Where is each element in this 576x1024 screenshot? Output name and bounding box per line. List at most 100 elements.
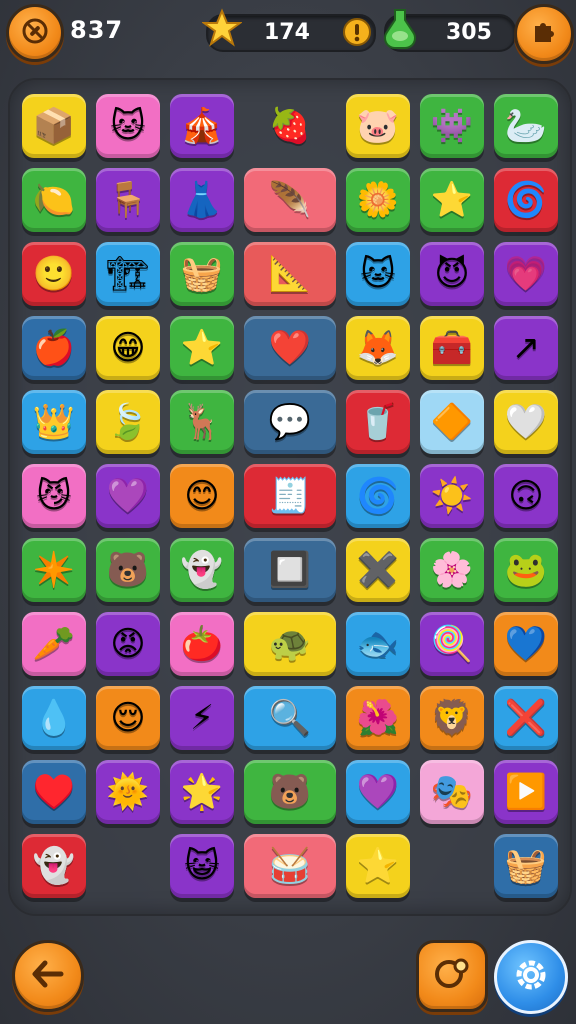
tile-purple-star[interactable]: 🌟 <box>170 760 234 824</box>
hint-button[interactable] <box>416 940 488 1012</box>
tile-blue-swirl[interactable]: 🌀 <box>346 464 410 528</box>
tile-blue-cart[interactable]: 🪑 <box>96 168 160 232</box>
tile-drum[interactable]: 🥁 <box>244 834 336 898</box>
tile-purple-crown-face[interactable]: 👑 <box>22 390 86 454</box>
tile-orange-mask-face[interactable]: 🙃 <box>494 464 558 528</box>
tile-red-apple[interactable]: 🍎 <box>22 316 86 380</box>
tile-grinning-face[interactable]: 😁 <box>96 316 160 380</box>
tile-carrot[interactable]: 🥕 <box>22 612 86 676</box>
purple-dress-icon: 👗 <box>180 180 224 220</box>
tile-blue-heart[interactable]: 💙 <box>494 612 558 676</box>
tile-red-flower[interactable]: 🌺 <box>346 686 410 750</box>
stars-value: 174 <box>264 20 310 45</box>
tile-pink-heart[interactable]: 💗 <box>494 242 558 306</box>
tile-green-leaf[interactable]: 🍃 <box>96 390 160 454</box>
blue-speech-bubble-icon: 💬 <box>268 402 312 442</box>
red-heart-face-icon: ❤️ <box>268 328 312 368</box>
tile-red-monster[interactable]: 😡 <box>96 612 160 676</box>
green-ruler-icon: 📐 <box>268 254 312 294</box>
back-button[interactable] <box>12 940 84 1012</box>
tile-pink-sparkle[interactable]: ✴️ <box>22 538 86 602</box>
tile-green-frog-face[interactable]: 🐸 <box>494 538 558 602</box>
tile-flower-star[interactable]: ⭐ <box>420 168 484 232</box>
tile-green-ruler[interactable]: 📐 <box>244 242 336 306</box>
tile-yellow-star[interactable]: ⭐ <box>346 834 410 898</box>
tile-magnifier[interactable]: 🔍 <box>244 686 336 750</box>
tile-lightning[interactable]: ⚡ <box>170 686 234 750</box>
tile-yellow-leaf[interactable]: 🍋 <box>22 168 86 232</box>
tile-purple-box[interactable]: 📦 <box>22 94 86 158</box>
tile-yellow-x[interactable]: ❌ <box>494 686 558 750</box>
yellow-smiley-icon: 🙂 <box>32 254 76 294</box>
gems-value: 305 <box>446 20 492 45</box>
tile-blue-ticket[interactable]: 🧾 <box>244 464 336 528</box>
tile-crossed-sticks[interactable]: ✖️ <box>346 538 410 602</box>
pink-heart-icon: 💗 <box>504 254 548 294</box>
purple-heart-icon: 💜 <box>356 772 400 812</box>
tile-yellow-smiley[interactable]: 🙂 <box>22 242 86 306</box>
tile-purple-heart[interactable]: 💜 <box>346 760 410 824</box>
tile-lollipop[interactable]: 🍭 <box>420 612 484 676</box>
yellow-x-icon: ❌ <box>504 698 548 738</box>
tile-blue-star[interactable]: ⭐ <box>170 316 234 380</box>
tile-bear-face[interactable]: 🐻 <box>96 538 160 602</box>
flower-star-icon: ⭐ <box>430 180 474 220</box>
tile-orange-face[interactable]: 😌 <box>96 686 160 750</box>
tile-orange-basket[interactable]: 🧺 <box>494 834 558 898</box>
tile-sun[interactable]: ☀️ <box>420 464 484 528</box>
carrot-icon: 🥕 <box>32 624 76 664</box>
tile-frame[interactable]: 🔲 <box>244 538 336 602</box>
tile-yellow-cat-face[interactable]: 🐱 <box>346 242 410 306</box>
magnifier-icon: 🔍 <box>268 698 312 738</box>
tile-orange-diamond[interactable]: 🔶 <box>420 390 484 454</box>
tile-pink-box-face[interactable]: 🎭 <box>420 760 484 824</box>
tile-red-berry[interactable]: 🍓 <box>244 94 336 158</box>
tile-blue-spiral[interactable]: 🌀 <box>494 168 558 232</box>
tile-white-drop[interactable]: 🤍 <box>494 390 558 454</box>
purple-blob-monster-icon: 👾 <box>430 106 474 146</box>
tile-pink-pig-face[interactable]: 🐷 <box>346 94 410 158</box>
tile-white-ghost[interactable]: 👻 <box>22 834 86 898</box>
tile-toolbox[interactable]: 🧰 <box>420 316 484 380</box>
tile-purple-cat-face[interactable]: 😈 <box>420 242 484 306</box>
tile-blue-speech-bubble[interactable]: 💬 <box>244 390 336 454</box>
green-basket-icon: 🧺 <box>180 254 224 294</box>
tile-purple-blob-monster[interactable]: 👾 <box>420 94 484 158</box>
tile-green-basket[interactable]: 🧺 <box>170 242 234 306</box>
puzzle-button[interactable] <box>514 4 574 64</box>
tile-white-bird[interactable]: 🦢 <box>494 94 558 158</box>
tile-red-heart-face[interactable]: ❤️ <box>244 316 336 380</box>
tile-green-turtle[interactable]: 🐢 <box>244 612 336 676</box>
tile-yellow-arrow[interactable]: ↗ <box>494 316 558 380</box>
tile-flower[interactable]: 🌸 <box>420 538 484 602</box>
tile-lion-face[interactable]: 🦁 <box>420 686 484 750</box>
settings-button[interactable] <box>494 940 568 1014</box>
tile-yellow-crane[interactable]: 🏗 <box>96 242 160 306</box>
exclamation-icon[interactable] <box>342 17 372 47</box>
back-arrow-icon <box>29 955 67 997</box>
tile-sun-face[interactable]: 🌞 <box>96 760 160 824</box>
tile-purple-heart-bubble[interactable]: 💜 <box>96 464 160 528</box>
tile-blue-cat-face[interactable]: 🐱 <box>96 94 160 158</box>
tile-fox-face[interactable]: 🦊 <box>346 316 410 380</box>
tile-purple-blob-face[interactable]: 😺 <box>170 834 234 898</box>
tile-feather-quill[interactable]: 🪶 <box>244 168 336 232</box>
tile-circus-tent[interactable]: 🎪 <box>170 94 234 158</box>
tile-orange-smiley[interactable]: 😊 <box>170 464 234 528</box>
tile-white-ghost[interactable]: 👻 <box>170 538 234 602</box>
moves-counter: 837 <box>70 16 124 44</box>
pink-pig-face-icon: 🐷 <box>356 106 400 146</box>
tile-white-flower[interactable]: 🌼 <box>346 168 410 232</box>
tools-button[interactable] <box>6 4 64 62</box>
tile-purple-cat-face[interactable]: 😼 <box>22 464 86 528</box>
tile-deer-face[interactable]: 🦌 <box>170 390 234 454</box>
tile-purple-dress[interactable]: 👗 <box>170 168 234 232</box>
tile-orange-triangle[interactable]: ▶️ <box>494 760 558 824</box>
tile-water-drop[interactable]: 💧 <box>22 686 86 750</box>
tile-white-fish[interactable]: 🐟 <box>346 612 410 676</box>
tile-pink-cup-face[interactable]: 🥤 <box>346 390 410 454</box>
red-apple-icon: 🍎 <box>32 328 76 368</box>
tile-teddy-bear[interactable]: 🐻 <box>244 760 336 824</box>
tile-red-heart[interactable]: ♥️ <box>22 760 86 824</box>
tile-tomato[interactable]: 🍅 <box>170 612 234 676</box>
